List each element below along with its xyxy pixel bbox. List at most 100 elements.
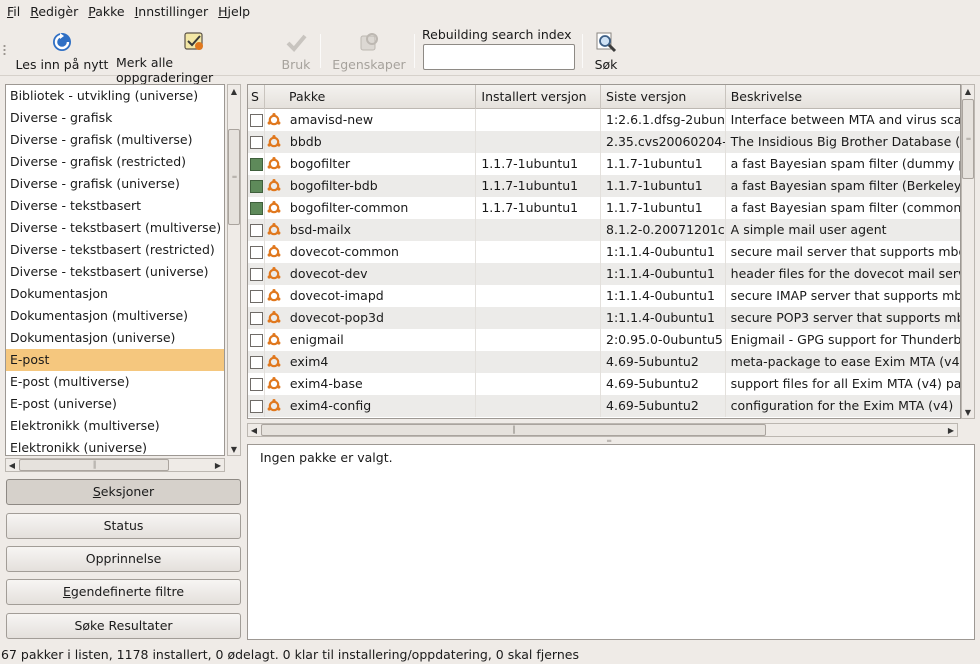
section-list-item[interactable]: Diverse - tekstbasert (multiverse) xyxy=(6,217,224,239)
section-list-item[interactable]: Diverse - grafisk (restricted) xyxy=(6,151,224,173)
status-checkbox[interactable] xyxy=(250,157,263,171)
toolbar-grip[interactable] xyxy=(3,44,6,56)
section-list-item[interactable]: Dokumentasjon (multiverse) xyxy=(6,305,224,327)
status-checkbox[interactable] xyxy=(250,135,263,149)
package-table-horizontal-scrollbar[interactable]: ◀ ║ ▶ xyxy=(247,423,958,437)
section-list-item[interactable]: Elektronikk (universe) xyxy=(6,437,224,455)
menu-nnstillinger[interactable]: Innstillinger xyxy=(130,0,214,24)
search-button[interactable]: Søk xyxy=(588,26,624,74)
section-list-vertical-scrollbar[interactable]: ▲ ═ ▼ xyxy=(227,84,241,456)
scroll-left-arrow-icon[interactable]: ◀ xyxy=(5,458,19,472)
table-row[interactable]: dovecot-dev 1:1.1.4-0ubuntu1 header files … xyxy=(248,263,960,285)
section-list-item[interactable]: Dokumentasjon (universe) xyxy=(6,327,224,349)
section-list-item[interactable]: E-post xyxy=(6,349,224,371)
section-list-item[interactable]: E-post (multiverse) xyxy=(6,371,224,393)
scroll-left-arrow-icon[interactable]: ◀ xyxy=(247,423,261,437)
table-row[interactable]: bogofilter 1.1.7-1ubuntu1 1.1.7-1ubuntu1 a … xyxy=(248,153,960,175)
table-row[interactable]: bogofilter-common 1.1.7-1ubuntu1 1.1.7-1ub… xyxy=(248,197,960,219)
section-list-item[interactable]: Elektronikk (multiverse) xyxy=(6,415,224,437)
latest-version-cell: 4.69-5ubuntu2 xyxy=(601,395,726,417)
status-checkbox[interactable] xyxy=(250,377,263,391)
scroll-down-arrow-icon[interactable]: ▼ xyxy=(227,442,241,456)
section-list-item[interactable]: Diverse - tekstbasert xyxy=(6,195,224,217)
menu-il[interactable]: Fil xyxy=(2,0,25,24)
table-row[interactable]: exim4-base 4.69-5ubuntu2 support files for… xyxy=(248,373,960,395)
section-list-item[interactable]: Diverse - grafisk (universe) xyxy=(6,173,224,195)
menu-edigr[interactable]: Redigèr xyxy=(25,0,83,24)
table-row[interactable]: dovecot-imapd 1:1.1.4-0ubuntu1 secure IMAP… xyxy=(248,285,960,307)
scrollbar-thumb[interactable]: ║ xyxy=(19,459,169,471)
scroll-right-arrow-icon[interactable]: ▶ xyxy=(211,458,225,472)
installed-version-cell xyxy=(476,263,602,285)
section-list-item[interactable]: Diverse - grafisk xyxy=(6,107,224,129)
status-checkbox[interactable] xyxy=(250,223,263,237)
column-header-latest-version[interactable]: Siste versjon xyxy=(601,85,726,109)
package-details-pane: Ingen pakke er valgt. xyxy=(247,444,975,640)
filter-button-2[interactable]: Status xyxy=(6,513,241,539)
reload-button[interactable]: Les inn på nytt xyxy=(14,26,110,74)
filter-button-5[interactable]: Søke Resultater xyxy=(6,613,241,639)
table-row[interactable]: bbdb 2.35.cvs20060204-1 The Insidious Big … xyxy=(248,131,960,153)
status-checkbox[interactable] xyxy=(250,179,263,193)
package-name-cell: dovecot-common xyxy=(285,241,477,263)
menu-jelp[interactable]: Hjelp xyxy=(213,0,255,24)
section-list-horizontal-scrollbar[interactable]: ◀ ║ ▶ xyxy=(5,458,225,472)
column-header-status[interactable]: S xyxy=(248,85,265,109)
menu-label-rest: nnstillinger xyxy=(138,4,209,19)
section-list-item[interactable]: E-post (universe) xyxy=(6,393,224,415)
reload-label: Les inn på nytt xyxy=(15,57,109,72)
status-checkbox[interactable] xyxy=(250,113,263,127)
status-checkbox[interactable] xyxy=(250,267,263,281)
status-checkbox[interactable] xyxy=(250,289,263,303)
section-list-item[interactable]: Diverse - tekstbasert (universe) xyxy=(6,261,224,283)
scrollbar-thumb[interactable]: ═ xyxy=(228,129,240,225)
status-checkbox[interactable] xyxy=(250,311,263,325)
installed-version-cell: 1.1.7-1ubuntu1 xyxy=(476,197,602,219)
section-list-item[interactable]: Bibliotek - utvikling (universe) xyxy=(6,85,224,107)
menu-akke[interactable]: Pakke xyxy=(83,0,129,24)
description-cell: a fast Bayesian spam filter (common file… xyxy=(730,200,960,215)
scrollbar-thumb[interactable]: ║ xyxy=(261,424,766,436)
package-name-cell: enigmail xyxy=(285,329,477,351)
section-list-item[interactable]: Dokumentasjon xyxy=(6,283,224,305)
latest-version-cell: 1:1.1.4-0ubuntu1 xyxy=(601,285,726,307)
table-row[interactable]: enigmail 2:0.95.0-0ubuntu5 Enigmail - GPG … xyxy=(248,329,960,351)
scroll-right-arrow-icon[interactable]: ▶ xyxy=(944,423,958,437)
status-checkbox[interactable] xyxy=(250,355,263,369)
toolbar-separator xyxy=(582,34,583,68)
installed-version-cell xyxy=(476,285,602,307)
search-input[interactable] xyxy=(423,44,575,70)
description-cell: secure IMAP server that supports mbox an… xyxy=(730,288,960,303)
table-row[interactable]: dovecot-common 1:1.1.4-0ubuntu1 secure mai… xyxy=(248,241,960,263)
status-checkbox[interactable] xyxy=(250,201,263,215)
status-checkbox[interactable] xyxy=(250,245,263,259)
column-header-installed-version[interactable]: Installert versjon xyxy=(476,85,602,109)
package-table-vertical-scrollbar[interactable]: ▲ ═ ▼ xyxy=(961,84,975,419)
properties-button[interactable]: Egenskaper xyxy=(330,26,408,74)
section-list-item[interactable]: Diverse - tekstbasert (restricted) xyxy=(6,239,224,261)
filter-button-3[interactable]: Opprinnelse xyxy=(6,546,241,572)
filter-button-4[interactable]: Egendefinerte filtre xyxy=(6,579,241,605)
status-cell xyxy=(248,395,265,417)
table-row[interactable]: exim4 4.69-5ubuntu2 meta-package to ease E… xyxy=(248,351,960,373)
column-header-description[interactable]: Beskrivelse xyxy=(726,85,960,109)
filter-button-1[interactable]: Seksjoner xyxy=(6,479,241,505)
description-cell: Interface between MTA and virus scanner xyxy=(730,112,960,127)
scroll-down-arrow-icon[interactable]: ▼ xyxy=(961,405,975,419)
status-checkbox[interactable] xyxy=(250,399,263,413)
scroll-up-arrow-icon[interactable]: ▲ xyxy=(227,84,241,98)
status-checkbox[interactable] xyxy=(250,333,263,347)
apply-button[interactable]: Bruk xyxy=(278,26,314,74)
table-row[interactable]: bsd-mailx 8.1.2-0.20071201cvs-3 A simple m… xyxy=(248,219,960,241)
scroll-up-arrow-icon[interactable]: ▲ xyxy=(961,84,975,98)
table-row[interactable]: bogofilter-bdb 1.1.7-1ubuntu1 1.1.7-1ubunt… xyxy=(248,175,960,197)
ubuntu-package-icon xyxy=(265,241,285,263)
table-row[interactable]: dovecot-pop3d 1:1.1.4-0ubuntu1 secure POP3… xyxy=(248,307,960,329)
status-cell xyxy=(248,153,265,175)
table-row[interactable]: amavisd-new 1:2.6.1.dfsg-2ubuntu2 Interfac… xyxy=(248,109,960,131)
table-row[interactable]: exim4-config 4.69-5ubuntu2 configuration f… xyxy=(248,395,960,417)
mark-all-upgrades-button[interactable]: Merk alle oppgraderinger xyxy=(116,26,272,85)
section-list-item[interactable]: Diverse - grafisk (multiverse) xyxy=(6,129,224,151)
scrollbar-thumb[interactable]: ═ xyxy=(962,99,974,179)
column-header-package[interactable]: Pakke xyxy=(265,85,477,109)
